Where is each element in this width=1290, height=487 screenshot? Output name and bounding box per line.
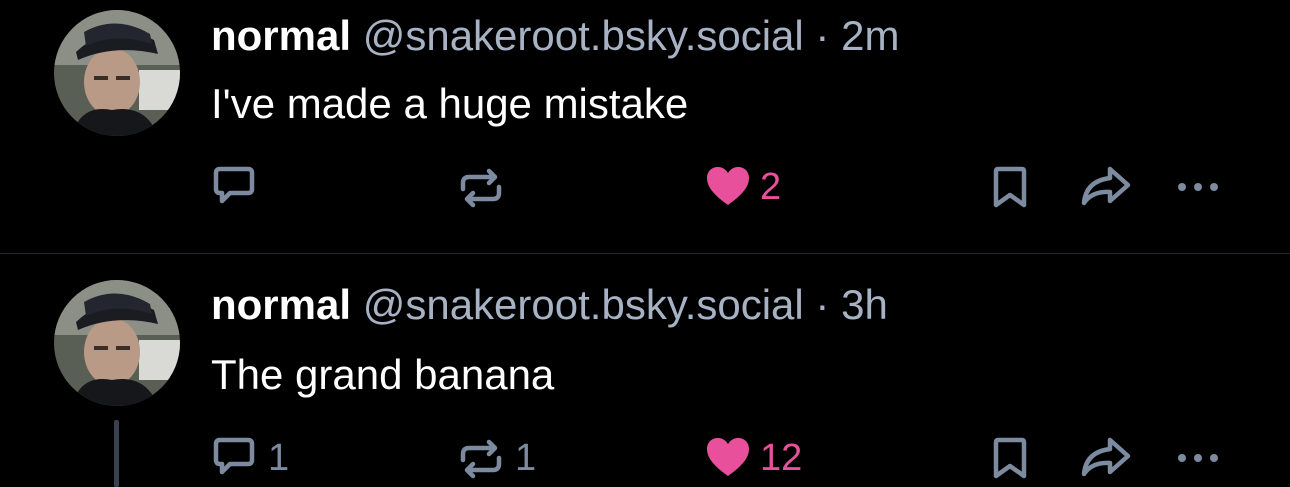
feed-post[interactable]: normal @snakeroot.bsky.social · 3h The g… (0, 254, 1290, 487)
feed-post[interactable]: normal @snakeroot.bsky.social · 2m I've … (0, 0, 1290, 253)
more-options-button[interactable] (1172, 434, 1228, 482)
author-display-name[interactable]: normal (211, 281, 351, 328)
more-dots-icon (1178, 183, 1218, 191)
post-text: I've made a huge mistake (211, 80, 689, 127)
post-timestamp[interactable]: 3h (841, 281, 888, 328)
repost-arrows-icon (460, 168, 502, 208)
like-button[interactable]: 2 (704, 163, 781, 211)
reply-button[interactable]: 1 (208, 434, 289, 482)
heart-icon (707, 167, 749, 205)
post-text: The grand banana (211, 351, 555, 398)
repost-count: 1 (515, 437, 537, 479)
bookmark-button[interactable] (988, 434, 1034, 482)
repost-arrows-icon (460, 439, 502, 479)
reply-button[interactable] (208, 163, 268, 211)
bookmark-icon (993, 437, 1027, 479)
avatar-image (54, 10, 180, 136)
post-timestamp[interactable]: 2m (841, 12, 899, 59)
share-button[interactable] (1078, 434, 1134, 482)
share-button[interactable] (1078, 163, 1134, 211)
header-separator: · (815, 281, 830, 328)
header-separator: · (815, 12, 830, 59)
avatar[interactable] (54, 10, 180, 136)
like-button[interactable]: 12 (704, 434, 802, 482)
more-dots-icon (1178, 454, 1218, 462)
more-options-button[interactable] (1172, 163, 1228, 211)
speech-bubble-icon (213, 437, 255, 475)
like-count: 12 (760, 437, 803, 479)
share-arrow-icon (1081, 166, 1131, 206)
like-count: 2 (760, 166, 782, 208)
repost-button[interactable]: 1 (455, 434, 536, 482)
author-display-name[interactable]: normal (211, 12, 351, 59)
bookmark-icon (993, 166, 1027, 208)
bookmark-button[interactable] (988, 163, 1034, 211)
repost-button[interactable] (455, 163, 515, 211)
avatar[interactable] (54, 280, 180, 406)
post-header: normal @snakeroot.bsky.social · 2m (211, 11, 899, 61)
heart-icon (707, 438, 749, 476)
share-arrow-icon (1081, 437, 1131, 477)
reply-count: 1 (268, 437, 290, 479)
author-handle[interactable]: @snakeroot.bsky.social (363, 12, 804, 59)
post-header: normal @snakeroot.bsky.social · 3h (211, 280, 888, 330)
speech-bubble-icon (213, 166, 255, 204)
thread-connector-line (114, 420, 119, 487)
author-handle[interactable]: @snakeroot.bsky.social (363, 281, 804, 328)
avatar-image (54, 280, 180, 406)
